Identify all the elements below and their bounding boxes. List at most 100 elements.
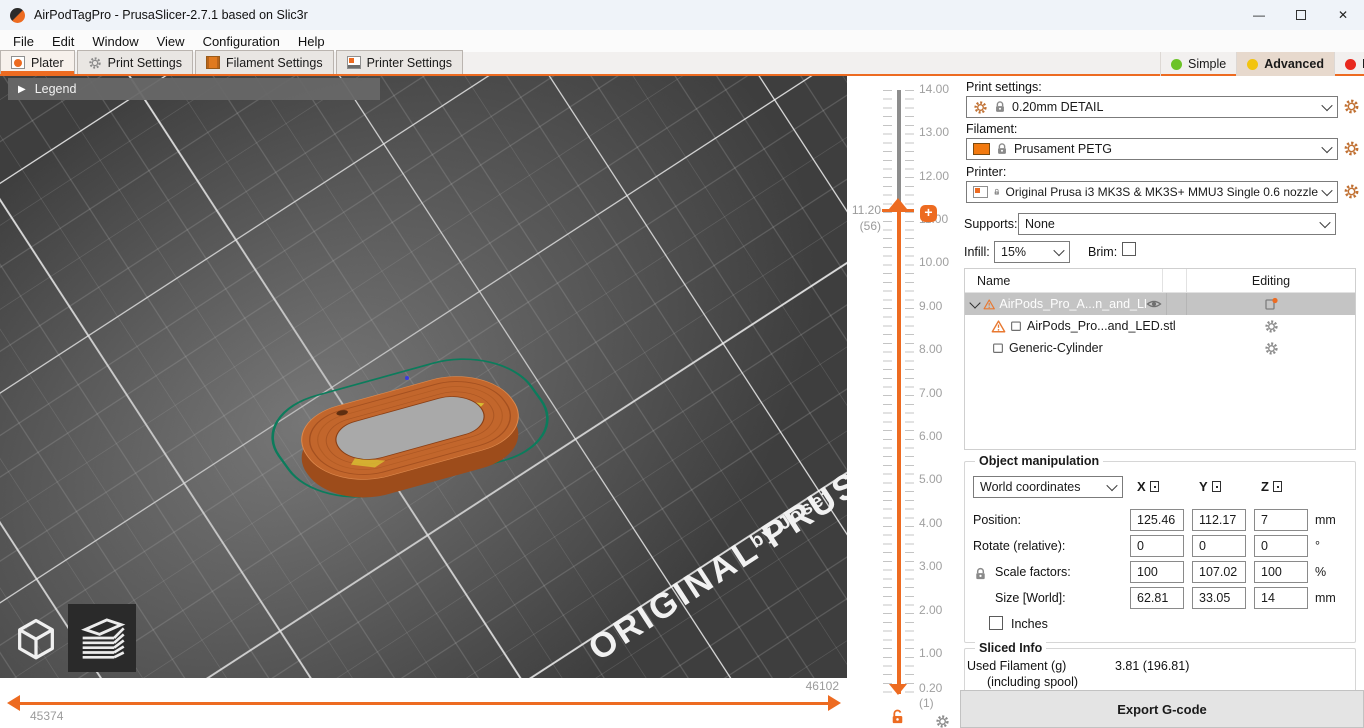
- sliced-object[interactable]: [245, 326, 575, 541]
- mode-simple-button[interactable]: Simple: [1160, 52, 1236, 76]
- size-label: Size [World]:: [995, 591, 1066, 605]
- 3d-editor-view-button[interactable]: [6, 606, 66, 670]
- object-row[interactable]: Generic-Cylinder: [965, 337, 1355, 359]
- print-settings-combo[interactable]: 0.20mm DETAIL: [966, 96, 1338, 118]
- inches-checkbox[interactable]: [989, 616, 1003, 630]
- infill-combo[interactable]: 15%: [994, 241, 1070, 263]
- position-z-field[interactable]: 7: [1254, 509, 1308, 531]
- unlock-icon[interactable]: [889, 708, 906, 726]
- app-logo-icon: [10, 8, 25, 23]
- size-unit: mm: [1315, 591, 1336, 605]
- menu-bar: File Edit Window View Configuration Help: [0, 30, 1364, 52]
- tick-label: 3.00: [919, 559, 942, 573]
- menu-file[interactable]: File: [4, 30, 43, 52]
- collapse-icon[interactable]: [969, 297, 980, 308]
- chevron-down-icon: [1053, 245, 1064, 256]
- filament-combo[interactable]: Prusament PETG: [966, 138, 1338, 160]
- layer-slider-handle-arrow[interactable]: [889, 198, 907, 209]
- move-slider-left-handle[interactable]: [7, 695, 20, 711]
- preview-view-button[interactable]: [68, 604, 136, 672]
- simple-mode-dot-icon: [1171, 59, 1182, 70]
- object-row[interactable]: AirPods_Pro_A...n_and_LED.stl: [965, 293, 1355, 315]
- scale-z-field[interactable]: 100: [1254, 561, 1308, 583]
- size-x-field[interactable]: 62.81: [1130, 587, 1184, 609]
- visibility-toggle[interactable]: [1146, 296, 1166, 312]
- axis-y-header: Y: [1199, 479, 1221, 494]
- add-color-change-button[interactable]: +: [920, 205, 937, 222]
- uniform-scale-lock-icon[interactable]: [973, 566, 988, 582]
- used-filament-value: 3.81 (196.81): [1115, 659, 1189, 673]
- object-manipulation-panel: Object manipulation World coordinates X …: [964, 461, 1356, 643]
- scale-x-field[interactable]: 100: [1130, 561, 1184, 583]
- rotate-y-field[interactable]: 0: [1192, 535, 1246, 557]
- mode-advanced-button[interactable]: Advanced: [1236, 52, 1334, 76]
- menu-window[interactable]: Window: [83, 30, 147, 52]
- rotate-x-field[interactable]: 0: [1130, 535, 1184, 557]
- layer-slider-bottom-handle[interactable]: [889, 684, 907, 695]
- eye-icon: [1146, 296, 1162, 312]
- tab-filament-settings[interactable]: Filament Settings: [195, 50, 334, 74]
- layer-slider-track-upper[interactable]: [897, 90, 901, 211]
- legend-bar[interactable]: ▶ Legend: [8, 78, 380, 100]
- tab-printer-settings[interactable]: Printer Settings: [336, 50, 463, 74]
- tab-plater[interactable]: Plater: [0, 50, 75, 74]
- size-y-field[interactable]: 33.05: [1192, 587, 1246, 609]
- object-settings-button[interactable]: [1187, 296, 1355, 312]
- filament-label: Filament:: [966, 122, 1017, 136]
- filament-spool-icon: [206, 56, 220, 69]
- infill-label: Infill:: [964, 245, 990, 259]
- tick-label: 13.00: [919, 125, 949, 139]
- lock-icon: [993, 100, 1007, 114]
- slider-settings-gear-icon[interactable]: [935, 714, 950, 728]
- position-y-field[interactable]: 112.17: [1192, 509, 1246, 531]
- position-x-field[interactable]: 125.46: [1130, 509, 1184, 531]
- sliced-info-title: Sliced Info: [975, 641, 1046, 655]
- layer-slider-current-layer: (56): [847, 219, 881, 233]
- part-settings-button[interactable]: [1187, 319, 1355, 334]
- extruder-cell: [1166, 293, 1187, 315]
- move-slider-right-handle[interactable]: [828, 695, 841, 711]
- object-row[interactable]: AirPods_Pro...and_LED.stl: [965, 315, 1355, 337]
- edit-filament-gear-icon[interactable]: [1343, 140, 1360, 157]
- menu-view[interactable]: View: [148, 30, 194, 52]
- rotate-label: Rotate (relative):: [973, 539, 1065, 553]
- mode-expert-button[interactable]: Expert: [1334, 52, 1364, 76]
- supports-combo[interactable]: None: [1018, 213, 1336, 235]
- legend-expand-icon[interactable]: ▶: [18, 84, 26, 95]
- layer-slider-track-lower[interactable]: [897, 211, 901, 694]
- tick-label: 9.00: [919, 299, 942, 313]
- rotate-z-field[interactable]: 0: [1254, 535, 1308, 557]
- close-button[interactable]: ✕: [1322, 0, 1364, 30]
- maximize-button[interactable]: [1280, 0, 1322, 30]
- menu-configuration[interactable]: Configuration: [194, 30, 289, 52]
- move-slider-max-value: 46102: [806, 679, 839, 693]
- menu-edit[interactable]: Edit: [43, 30, 83, 52]
- minimize-button[interactable]: —: [1238, 0, 1280, 30]
- tab-print-settings-label: Print Settings: [108, 56, 182, 70]
- coordinate-system-combo[interactable]: World coordinates: [973, 476, 1123, 498]
- printer-label: Printer:: [966, 165, 1006, 179]
- layer-slider: 14.00 13.00 12.00 11.00 10.00 9.00 8.00 …: [847, 76, 960, 728]
- tab-plater-label: Plater: [31, 56, 64, 70]
- layer-slider-handle[interactable]: [882, 209, 914, 212]
- menu-help[interactable]: Help: [289, 30, 334, 52]
- 3d-viewport[interactable]: ORIGINAL PRUSA i3 MK by Josef: [0, 76, 847, 678]
- object-manipulation-title: Object manipulation: [975, 454, 1103, 468]
- tick-label: 2.00: [919, 603, 942, 617]
- object-name: AirPods_Pro_A...n_and_LED.stl: [999, 297, 1146, 311]
- move-slider-track[interactable]: [20, 702, 830, 705]
- tab-printer-settings-label: Printer Settings: [367, 56, 452, 70]
- title-bar: AirPodTagPro - PrusaSlicer-2.7.1 based o…: [0, 0, 1364, 30]
- printer-combo[interactable]: Original Prusa i3 MK3S & MK3S+ MMU3 Sing…: [966, 181, 1338, 203]
- brim-checkbox[interactable]: [1122, 242, 1136, 256]
- size-z-field[interactable]: 14: [1254, 587, 1308, 609]
- edit-printer-gear-icon[interactable]: [1343, 183, 1360, 200]
- export-gcode-button[interactable]: Export G-code: [960, 690, 1364, 728]
- scale-y-field[interactable]: 107.02: [1192, 561, 1246, 583]
- tab-print-settings[interactable]: Print Settings: [77, 50, 193, 74]
- part-settings-button[interactable]: [1187, 341, 1355, 356]
- edit-print-settings-gear-icon[interactable]: [1343, 98, 1360, 115]
- printer-icon: [347, 56, 361, 69]
- tick-label: 14.00: [919, 82, 949, 96]
- edit-object-icon: [1263, 296, 1279, 312]
